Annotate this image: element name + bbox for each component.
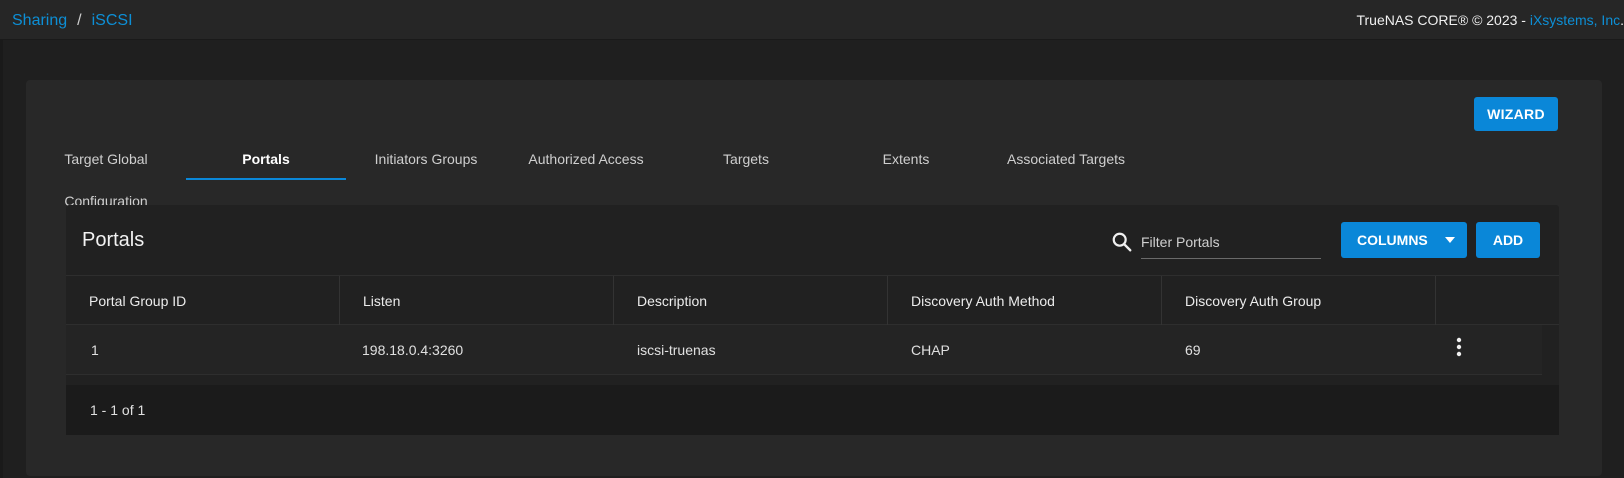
wizard-button[interactable]: WIZARD: [1474, 97, 1558, 131]
header-description[interactable]: Description: [614, 276, 888, 325]
tab-portals[interactable]: Portals: [186, 138, 346, 180]
tab-associated-targets[interactable]: Associated Targets: [986, 138, 1146, 180]
tab-initiators-groups[interactable]: Initiators Groups: [346, 138, 506, 180]
pagination-range: 1 - 1 of 1: [90, 402, 146, 418]
ixsystems-link[interactable]: iXsystems, Inc: [1530, 12, 1620, 28]
tab-targets[interactable]: Targets: [666, 138, 826, 180]
table-footer: 1 - 1 of 1: [66, 385, 1559, 435]
tab-authorized-access[interactable]: Authorized Access: [506, 138, 666, 180]
copyright-text: TrueNAS CORE® © 2023 - iXsystems, Inc.: [1356, 12, 1624, 28]
cell-portal-group-id: 1: [91, 342, 99, 358]
table-row[interactable]: 1 198.18.0.4:3260 iscsi-truenas CHAP 69: [66, 325, 1542, 375]
breadcrumb-sharing[interactable]: Sharing: [12, 12, 67, 30]
header-discovery-auth-method[interactable]: Discovery Auth Method: [888, 276, 1162, 325]
table-header: Portal Group ID Listen Description Disco…: [66, 275, 1559, 325]
header-actions: [1436, 276, 1559, 325]
tab-extents[interactable]: Extents: [826, 138, 986, 180]
tab-target-global-configuration[interactable]: Target Global Configuration: [26, 138, 186, 209]
tab-bar: Target Global Configuration Portals Init…: [26, 138, 1146, 209]
search-icon[interactable]: [1111, 231, 1133, 253]
portals-table-card: Portals COLUMNS ADD Portal Group ID List…: [66, 205, 1559, 435]
cell-listen: 198.18.0.4:3260: [362, 342, 464, 358]
header-listen[interactable]: Listen: [340, 276, 614, 325]
header-discovery-auth-group[interactable]: Discovery Auth Group: [1162, 276, 1436, 325]
cell-discovery-auth-group: 69: [1185, 342, 1201, 358]
add-button[interactable]: ADD: [1476, 222, 1540, 258]
copyright-prefix: TrueNAS CORE® © 2023 -: [1356, 12, 1530, 28]
breadcrumb-separator: /: [77, 12, 82, 29]
columns-button[interactable]: COLUMNS: [1341, 222, 1467, 258]
breadcrumb: Sharing / iSCSI: [12, 12, 133, 30]
copyright-suffix: .: [1620, 12, 1624, 28]
top-bar: Sharing / iSCSI TrueNAS CORE® © 2023 - i…: [0, 0, 1624, 40]
header-portal-group-id[interactable]: Portal Group ID: [66, 276, 340, 325]
left-edge: [0, 0, 3, 478]
columns-button-label: COLUMNS: [1357, 232, 1428, 248]
cell-discovery-auth-method: CHAP: [911, 342, 950, 358]
cell-description: iscsi-truenas: [637, 342, 716, 358]
breadcrumb-iscsi[interactable]: iSCSI: [92, 12, 133, 30]
caret-down-icon: [1445, 237, 1455, 243]
filter-portals-input[interactable]: [1141, 225, 1321, 259]
table-title: Portals: [82, 229, 145, 251]
more-vert-icon[interactable]: [1450, 335, 1468, 359]
